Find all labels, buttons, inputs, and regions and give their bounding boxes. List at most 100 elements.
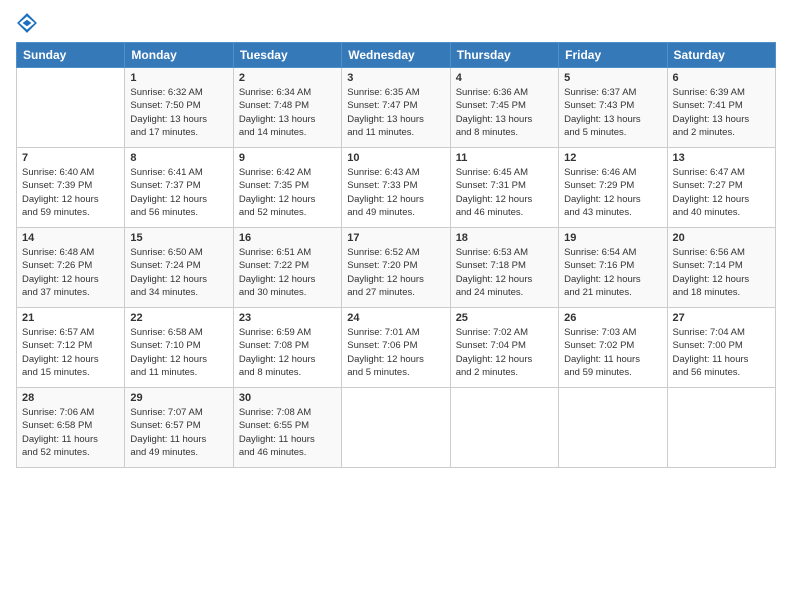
day-info: Sunrise: 7:08 AMSunset: 6:55 PMDaylight:… (239, 406, 336, 459)
calendar-cell: 6Sunrise: 6:39 AMSunset: 7:41 PMDaylight… (667, 68, 775, 148)
day-info: Sunrise: 7:06 AMSunset: 6:58 PMDaylight:… (22, 406, 119, 459)
calendar-cell: 14 Sunrise: 6:48 AMSunset: 7:26 PMDayligh… (17, 228, 125, 308)
calendar-header-monday: Monday (125, 43, 233, 68)
calendar-cell: 24 Sunrise: 7:01 AMSunset: 7:06 PMDayligh… (342, 308, 450, 388)
calendar-header-friday: Friday (559, 43, 667, 68)
day-info: Sunrise: 6:32 AMSunset: 7:50 PMDaylight:… (130, 86, 227, 139)
day-number: 7 (22, 152, 119, 164)
calendar-cell (342, 388, 450, 468)
day-info: Sunrise: 6:39 AMSunset: 7:41 PMDaylight:… (673, 86, 770, 139)
day-number: 10 (347, 152, 444, 164)
calendar-week-row: 21 Sunrise: 6:57 AMSunset: 7:12 PMDayligh… (17, 308, 776, 388)
day-info: Sunrise: 6:45 AMSunset: 7:31 PMDaylight:… (456, 166, 553, 219)
calendar-cell: 10Sunrise: 6:43 AMSunset: 7:33 PMDayligh… (342, 148, 450, 228)
calendar-header-tuesday: Tuesday (233, 43, 341, 68)
calendar-cell: 17 Sunrise: 6:52 AMSunset: 7:20 PMDayligh… (342, 228, 450, 308)
day-info: Sunrise: 7:04 AMSunset: 7:00 PMDaylight:… (673, 326, 770, 379)
calendar-cell: 21 Sunrise: 6:57 AMSunset: 7:12 PMDayligh… (17, 308, 125, 388)
day-info: Sunrise: 6:40 AMSunset: 7:39 PMDaylight:… (22, 166, 119, 219)
day-info: Sunrise: 7:02 AMSunset: 7:04 PMDaylight:… (456, 326, 553, 379)
day-number: 30 (239, 392, 336, 404)
day-info: Sunrise: 6:48 AMSunset: 7:26 PMDaylight:… (22, 246, 119, 299)
day-number: 12 (564, 152, 661, 164)
day-info: Sunrise: 6:59 AMSunset: 7:08 PMDaylight:… (239, 326, 336, 379)
calendar-cell: 16 Sunrise: 6:51 AMSunset: 7:22 PMDayligh… (233, 228, 341, 308)
day-info: Sunrise: 6:46 AMSunset: 7:29 PMDaylight:… (564, 166, 661, 219)
calendar-cell: 28Sunrise: 7:06 AMSunset: 6:58 PMDayligh… (17, 388, 125, 468)
day-number: 9 (239, 152, 336, 164)
calendar-cell: 2Sunrise: 6:34 AMSunset: 7:48 PMDaylight… (233, 68, 341, 148)
day-number: 4 (456, 72, 553, 84)
day-info: Sunrise: 6:56 AMSunset: 7:14 PMDaylight:… (673, 246, 770, 299)
day-number: 20 (673, 232, 770, 244)
calendar-cell: 15 Sunrise: 6:50 AMSunset: 7:24 PMDayligh… (125, 228, 233, 308)
day-number: 22 (130, 312, 227, 324)
calendar-cell (17, 68, 125, 148)
day-info: Sunrise: 6:36 AMSunset: 7:45 PMDaylight:… (456, 86, 553, 139)
calendar-cell: 3 Sunrise: 6:35 AMSunset: 7:47 PMDaylight… (342, 68, 450, 148)
day-info: Sunrise: 7:03 AMSunset: 7:02 PMDaylight:… (564, 326, 661, 379)
day-number: 21 (22, 312, 119, 324)
calendar-cell: 27 Sunrise: 7:04 AMSunset: 7:00 PMDayligh… (667, 308, 775, 388)
day-number: 25 (456, 312, 553, 324)
logo (16, 12, 42, 34)
day-info: Sunrise: 6:54 AMSunset: 7:16 PMDaylight:… (564, 246, 661, 299)
calendar-header-wednesday: Wednesday (342, 43, 450, 68)
day-number: 27 (673, 312, 770, 324)
calendar-cell: 26 Sunrise: 7:03 AMSunset: 7:02 PMDayligh… (559, 308, 667, 388)
calendar-cell: 9 Sunrise: 6:42 AMSunset: 7:35 PMDaylight… (233, 148, 341, 228)
day-info: Sunrise: 6:35 AMSunset: 7:47 PMDaylight:… (347, 86, 444, 139)
calendar-cell: 13 Sunrise: 6:47 AMSunset: 7:27 PMDayligh… (667, 148, 775, 228)
day-info: Sunrise: 6:52 AMSunset: 7:20 PMDaylight:… (347, 246, 444, 299)
day-number: 29 (130, 392, 227, 404)
day-number: 3 (347, 72, 444, 84)
calendar-week-row: 28Sunrise: 7:06 AMSunset: 6:58 PMDayligh… (17, 388, 776, 468)
day-info: Sunrise: 6:37 AMSunset: 7:43 PMDaylight:… (564, 86, 661, 139)
calendar-header-row: SundayMondayTuesdayWednesdayThursdayFrid… (17, 43, 776, 68)
day-number: 24 (347, 312, 444, 324)
day-number: 11 (456, 152, 553, 164)
calendar-cell: 23 Sunrise: 6:59 AMSunset: 7:08 PMDayligh… (233, 308, 341, 388)
calendar-week-row: 14 Sunrise: 6:48 AMSunset: 7:26 PMDayligh… (17, 228, 776, 308)
calendar-header-saturday: Saturday (667, 43, 775, 68)
calendar-header-thursday: Thursday (450, 43, 558, 68)
calendar-cell (450, 388, 558, 468)
day-number: 16 (239, 232, 336, 244)
logo-icon (16, 12, 38, 34)
day-info: Sunrise: 7:07 AMSunset: 6:57 PMDaylight:… (130, 406, 227, 459)
calendar-cell: 29 Sunrise: 7:07 AMSunset: 6:57 PMDayligh… (125, 388, 233, 468)
calendar-cell: 20 Sunrise: 6:56 AMSunset: 7:14 PMDayligh… (667, 228, 775, 308)
calendar-cell: 5 Sunrise: 6:37 AMSunset: 7:43 PMDaylight… (559, 68, 667, 148)
page: SundayMondayTuesdayWednesdayThursdayFrid… (0, 0, 792, 612)
calendar-cell: 19 Sunrise: 6:54 AMSunset: 7:16 PMDayligh… (559, 228, 667, 308)
day-number: 5 (564, 72, 661, 84)
day-number: 15 (130, 232, 227, 244)
day-info: Sunrise: 6:51 AMSunset: 7:22 PMDaylight:… (239, 246, 336, 299)
day-number: 23 (239, 312, 336, 324)
calendar-header-sunday: Sunday (17, 43, 125, 68)
day-number: 1 (130, 72, 227, 84)
calendar-cell: 25 Sunrise: 7:02 AMSunset: 7:04 PMDayligh… (450, 308, 558, 388)
calendar-cell (667, 388, 775, 468)
calendar-cell: 30 Sunrise: 7:08 AMSunset: 6:55 PMDayligh… (233, 388, 341, 468)
day-info: Sunrise: 6:53 AMSunset: 7:18 PMDaylight:… (456, 246, 553, 299)
calendar-cell: 4 Sunrise: 6:36 AMSunset: 7:45 PMDaylight… (450, 68, 558, 148)
day-info: Sunrise: 6:47 AMSunset: 7:27 PMDaylight:… (673, 166, 770, 219)
day-number: 26 (564, 312, 661, 324)
day-info: Sunrise: 6:50 AMSunset: 7:24 PMDaylight:… (130, 246, 227, 299)
calendar-cell (559, 388, 667, 468)
calendar-cell: 11 Sunrise: 6:45 AMSunset: 7:31 PMDayligh… (450, 148, 558, 228)
day-info: Sunrise: 6:41 AMSunset: 7:37 PMDaylight:… (130, 166, 227, 219)
day-number: 19 (564, 232, 661, 244)
day-info: Sunrise: 6:42 AMSunset: 7:35 PMDaylight:… (239, 166, 336, 219)
calendar-cell: 22Sunrise: 6:58 AMSunset: 7:10 PMDayligh… (125, 308, 233, 388)
calendar-cell: 12 Sunrise: 6:46 AMSunset: 7:29 PMDayligh… (559, 148, 667, 228)
day-number: 17 (347, 232, 444, 244)
day-info: Sunrise: 6:57 AMSunset: 7:12 PMDaylight:… (22, 326, 119, 379)
calendar-table: SundayMondayTuesdayWednesdayThursdayFrid… (16, 42, 776, 468)
day-info: Sunrise: 7:01 AMSunset: 7:06 PMDaylight:… (347, 326, 444, 379)
day-number: 18 (456, 232, 553, 244)
day-number: 13 (673, 152, 770, 164)
day-number: 8 (130, 152, 227, 164)
day-number: 14 (22, 232, 119, 244)
